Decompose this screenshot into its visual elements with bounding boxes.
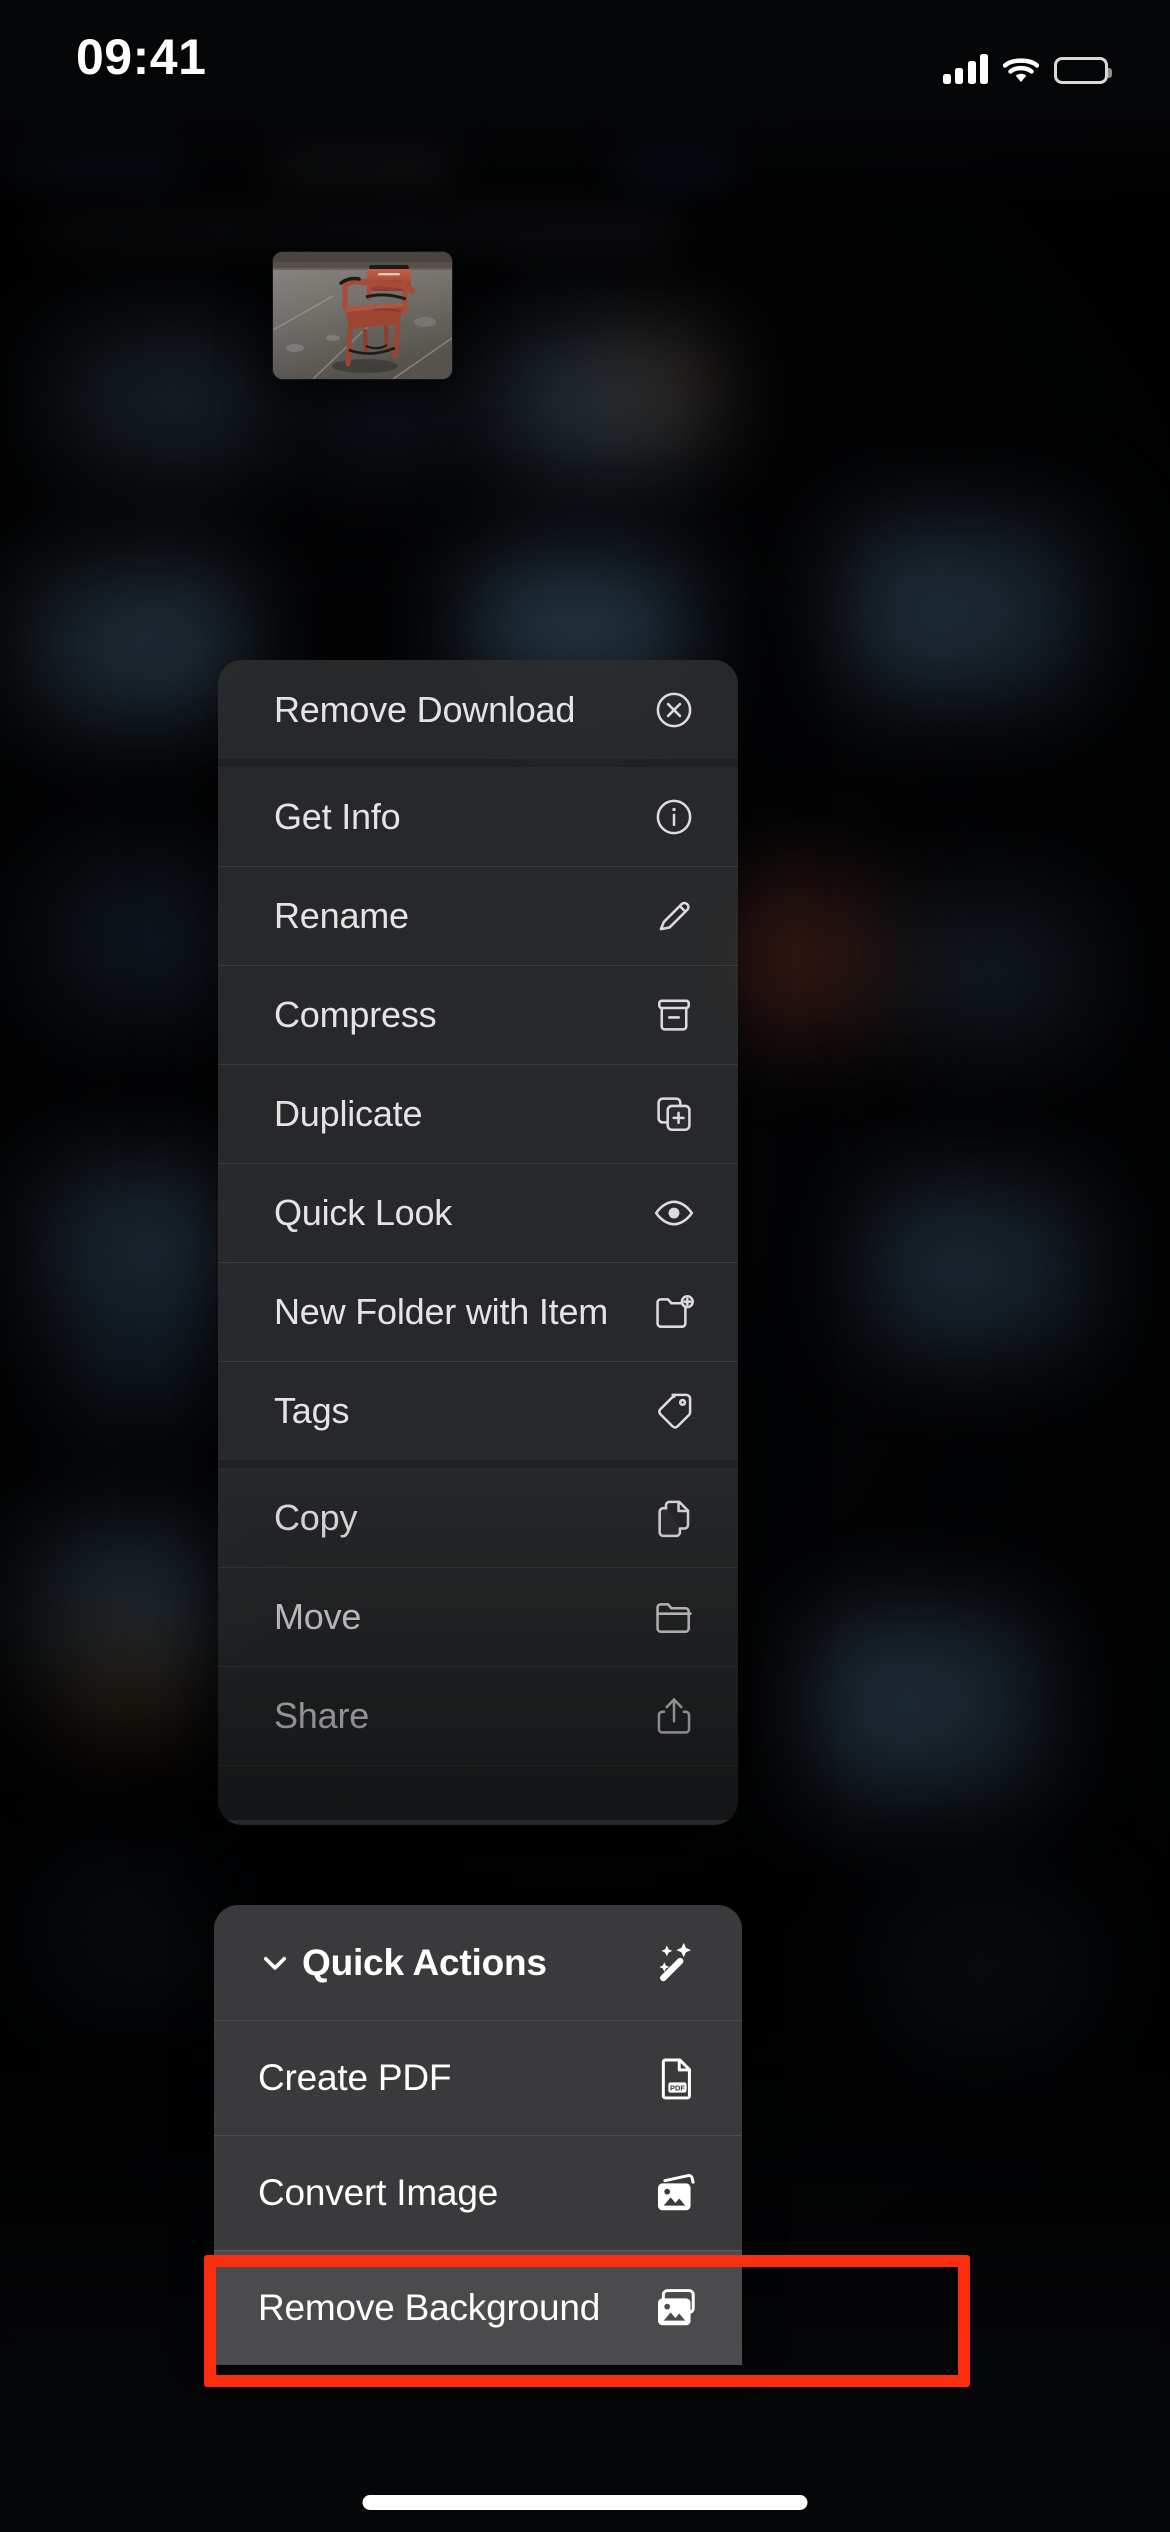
menu-item-label: Compress <box>274 993 437 1035</box>
folder-icon <box>650 1593 698 1641</box>
eye-icon <box>650 1189 698 1237</box>
menu-item-remove-download[interactable]: Remove Download <box>218 660 738 759</box>
context-menu[interactable]: Remove Download Get Info Rename Compress… <box>218 660 738 1825</box>
chevron-down-icon <box>258 1946 302 1980</box>
quick-action-label: Create PDF <box>258 2056 452 2098</box>
magic-wand-sparkles-icon <box>650 1937 702 1989</box>
menu-item-new-folder-with-item[interactable]: New Folder with Item <box>218 1262 738 1361</box>
wifi-icon <box>1002 56 1040 84</box>
menu-item-duplicate[interactable]: Duplicate <box>218 1064 738 1163</box>
menu-item-label: Tags <box>274 1389 350 1431</box>
menu-group-separator <box>218 759 738 767</box>
info-circle-icon <box>650 793 698 841</box>
quick-actions-panel[interactable]: Quick Actions Create PDF PDF Convert Ima… <box>214 1905 742 2365</box>
cellular-signal-icon <box>942 54 988 84</box>
menu-item-label: Rename <box>274 894 409 936</box>
share-up-arrow-icon <box>650 1692 698 1740</box>
duplicate-plus-icon <box>650 1090 698 1138</box>
quick-actions-label: Quick Actions <box>302 1941 547 1983</box>
menu-item-label: Share <box>274 1694 370 1736</box>
battery-full-icon <box>1054 57 1112 84</box>
menu-item-share[interactable]: Share <box>218 1666 738 1765</box>
quick-action-label: Remove Background <box>258 2286 601 2328</box>
quick-action-label: Convert Image <box>258 2171 499 2213</box>
quick-actions-header[interactable]: Quick Actions <box>214 1905 742 2020</box>
menu-group-separator <box>218 1460 738 1468</box>
folder-plus-icon <box>650 1288 698 1336</box>
menu-item-label: New Folder with Item <box>274 1290 609 1332</box>
menu-item-label: Get Info <box>274 795 401 837</box>
menu-item-label: Duplicate <box>274 1092 423 1134</box>
file-preview-thumbnail <box>273 252 452 379</box>
pdf-document-icon: PDF <box>650 2052 702 2104</box>
status-bar-indicators <box>942 46 1112 84</box>
menu-item-quick-look[interactable]: Quick Look <box>218 1163 738 1262</box>
menu-item-rename[interactable]: Rename <box>218 866 738 965</box>
quick-action-convert-image[interactable]: Convert Image <box>214 2135 742 2250</box>
x-circle-icon <box>650 686 698 734</box>
menu-item-placeholder-bottom <box>218 1765 738 1825</box>
svg-text:PDF: PDF <box>670 2083 685 2092</box>
menu-item-get-info[interactable]: Get Info <box>218 767 738 866</box>
home-indicator <box>362 2495 808 2510</box>
menu-item-label: Remove Download <box>274 688 576 730</box>
menu-item-copy[interactable]: Copy <box>218 1468 738 1567</box>
doc-on-doc-icon <box>650 1494 698 1542</box>
quick-action-create-pdf[interactable]: Create PDF PDF <box>214 2020 742 2135</box>
menu-item-label: Copy <box>274 1496 358 1538</box>
menu-item-label: Move <box>274 1595 362 1637</box>
photo-stack-icon <box>650 2282 702 2334</box>
status-bar-time: 09:41 <box>76 29 207 85</box>
status-bar: 09:41 <box>0 0 1170 118</box>
iphone-screen: 09:41 Remove Download Get Info Rename Co… <box>0 0 1170 2532</box>
menu-item-move[interactable]: Move <box>218 1567 738 1666</box>
pencil-icon <box>650 892 698 940</box>
menu-item-label: Quick Look <box>274 1191 453 1233</box>
photo-stack-icon <box>650 2167 702 2219</box>
menu-item-compress[interactable]: Compress <box>218 965 738 1064</box>
menu-item-tags[interactable]: Tags <box>218 1361 738 1460</box>
tag-icon <box>650 1387 698 1435</box>
archive-box-icon <box>650 991 698 1039</box>
quick-action-remove-background[interactable]: Remove Background <box>214 2250 742 2365</box>
